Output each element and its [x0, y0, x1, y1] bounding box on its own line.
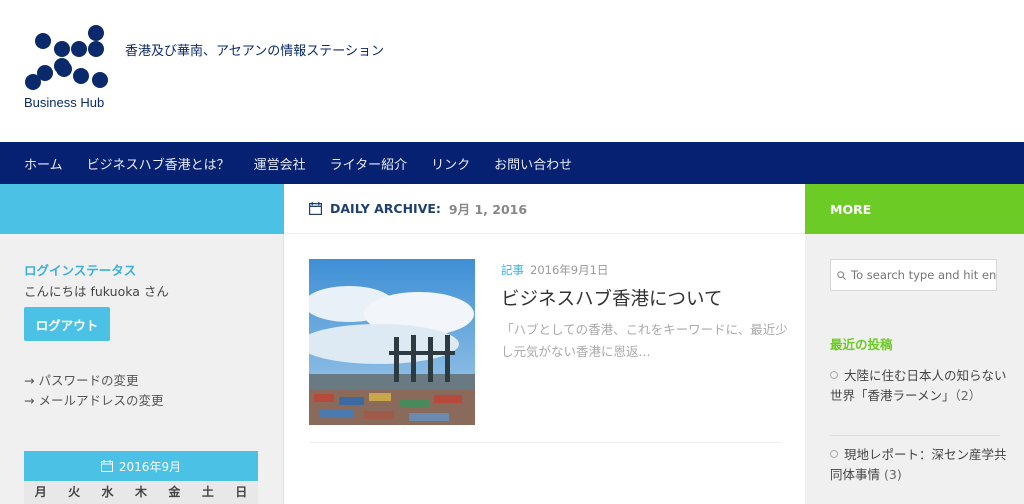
- post-divider: [309, 442, 781, 443]
- weekday-mon: 月: [34, 485, 47, 499]
- weekday-sat: 土: [201, 485, 214, 499]
- search-icon: [837, 270, 846, 280]
- weekday-tue: 火: [68, 485, 81, 499]
- archive-header: DAILY ARCHIVE: 9月 1, 2016: [285, 184, 805, 234]
- post-title[interactable]: ビジネスハブ香港について: [501, 285, 722, 311]
- site-tagline: 香港及び華南、アセアンの情報ステーション: [125, 44, 384, 59]
- post-excerpt: 「ハブとしての香港、これをキーワードに、最近少し元気がない香港に恩返...: [501, 322, 788, 359]
- nav-item-company[interactable]: 運営会社: [254, 154, 306, 173]
- archive-date: 9月 1, 2016: [448, 202, 528, 217]
- left-sidebar: ログインステータス こんにちは fukuoka さん ログアウト → パスワード…: [0, 184, 284, 504]
- nav-item-about[interactable]: ビジネスハブ香港とは？: [87, 154, 230, 173]
- weekday-thu: 木: [134, 485, 147, 499]
- calendar-month: 2016年9月: [118, 459, 182, 474]
- change-email-link[interactable]: → メールアドレスの変更: [24, 390, 163, 409]
- more-header: MORE: [805, 184, 1024, 234]
- logout-button[interactable]: ログアウト: [24, 307, 110, 341]
- main-nav: ホーム ビジネスハブ香港とは？ 運営会社 ライター紹介 リンク お問い合わせ: [0, 142, 1024, 184]
- weekday-sun: 日: [235, 485, 248, 499]
- calendar-weekdays: 月 火 水 木 金 土 日: [24, 481, 258, 504]
- recent-divider: [830, 435, 1000, 436]
- weekday-fri: 金: [168, 485, 181, 499]
- bullet-icon: [830, 450, 838, 458]
- nav-item-links[interactable]: リンク: [431, 154, 470, 173]
- user-greeting: こんにちは fukuoka さん: [24, 284, 169, 299]
- recent-post-item[interactable]: 大陸に住む日本人の知らない世界「香港ラーメン」（2）: [830, 366, 1010, 406]
- bullet-icon: [830, 371, 838, 379]
- nav-item-writers[interactable]: ライター紹介: [330, 154, 407, 173]
- site-header: Business Hub 香港及び華南、アセアンの情報ステーション: [0, 0, 1024, 142]
- login-status-title: ログインステータス: [24, 263, 137, 278]
- recent-post-count: （2）: [954, 388, 982, 403]
- archive-label: DAILY ARCHIVE:: [330, 201, 441, 216]
- post-category[interactable]: 記事: [501, 262, 524, 278]
- calendar-icon: [100, 460, 113, 472]
- weekday-wed: 水: [101, 485, 114, 499]
- calendar-icon: [309, 202, 322, 215]
- recent-post-count: (3): [884, 467, 902, 482]
- logo-text[interactable]: Business Hub: [24, 95, 104, 110]
- recent-posts-title: 最近の投稿: [830, 337, 893, 352]
- post-thumbnail[interactable]: [309, 259, 475, 425]
- nav-item-home[interactable]: ホーム: [24, 154, 63, 173]
- main-content: DAILY ARCHIVE: 9月 1, 2016 記事 2016年9月1日 ビ…: [285, 184, 805, 504]
- right-sidebar: MORE 最近の投稿 大陸に住む日本人の知らない世界「香港ラーメン」（2） 現地…: [805, 184, 1024, 504]
- search-box: [830, 259, 997, 291]
- recent-post-item[interactable]: 現地レポート：深セン産学共同体事情 (3): [830, 445, 1010, 485]
- calendar-header: 2016年9月: [24, 451, 258, 481]
- left-sidebar-header: [0, 184, 284, 234]
- change-password-link[interactable]: → パスワードの変更: [24, 370, 138, 389]
- recent-post-title[interactable]: 現地レポート：深セン産学共同体事情: [830, 447, 1007, 482]
- nav-item-contact[interactable]: お問い合わせ: [494, 154, 572, 173]
- search-input[interactable]: [851, 268, 996, 282]
- post-date: 2016年9月1日: [530, 263, 609, 277]
